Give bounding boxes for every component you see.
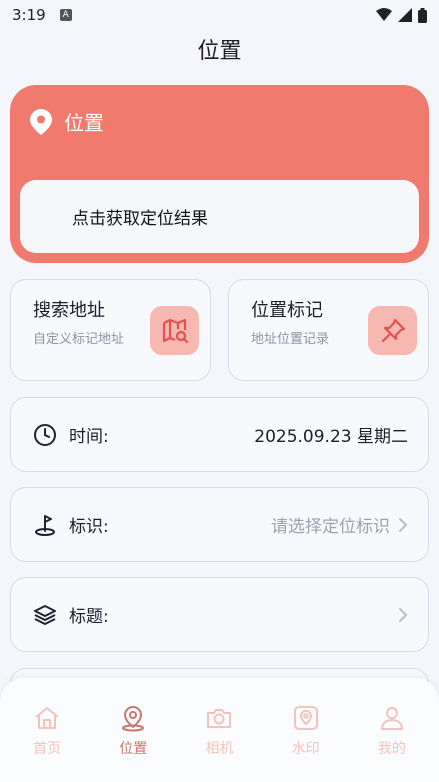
location-result-text: 点击获取定位结果 (72, 209, 208, 229)
pin-icon (368, 306, 417, 355)
search-address-title: 搜索地址 (33, 300, 105, 321)
signal-icon (398, 8, 412, 22)
marker-icon (35, 514, 55, 536)
marker-placeholder: 请选择定位标识 (271, 517, 390, 537)
clock-icon (34, 423, 56, 446)
tab-home-label: 首页 (33, 741, 62, 757)
location-card: 位置 点击获取定位结果 (10, 85, 429, 263)
location-header: 位置 (30, 107, 104, 136)
marker-label: 标识: (69, 517, 109, 537)
time-value: 2025.09.23 星期二 (254, 427, 408, 447)
tab-camera-label: 相机 (205, 741, 234, 757)
battery-icon (418, 7, 427, 23)
tab-profile-label: 我的 (377, 741, 406, 757)
home-icon (35, 707, 59, 729)
tab-location-label: 位置 (119, 741, 148, 757)
layers-icon (34, 604, 56, 625)
heading-label: 标题: (69, 607, 109, 627)
location-header-label: 位置 (64, 111, 104, 135)
heading-row[interactable]: 标题: (10, 577, 429, 652)
get-location-button[interactable]: 点击获取定位结果 (20, 180, 419, 253)
chevron-right-icon (399, 607, 408, 622)
tab-location[interactable]: 位置 (93, 678, 173, 782)
user-icon (380, 707, 403, 730)
camera-icon (207, 709, 232, 728)
tab-watermark[interactable]: 水印 (266, 678, 346, 782)
chevron-right-icon (399, 517, 408, 532)
search-address-card[interactable]: 搜索地址 自定义标记地址 (10, 279, 211, 381)
time-label: 时间: (69, 427, 109, 447)
location-marker-subtitle: 地址位置记录 (251, 332, 330, 347)
status-indicators (376, 7, 427, 23)
tab-watermark-label: 水印 (291, 741, 320, 757)
status-bar: 3:19 A (0, 0, 439, 30)
location-marker-title: 位置标记 (251, 300, 323, 321)
page-title: 位置 (197, 39, 242, 64)
location-pin-icon (30, 108, 52, 135)
tab-profile[interactable]: 我的 (352, 678, 432, 782)
location-marker-card[interactable]: 位置标记 地址位置记录 (228, 279, 429, 381)
search-address-subtitle: 自定义标记地址 (33, 332, 125, 347)
map-search-icon (150, 306, 199, 355)
notification-icon: A (59, 9, 72, 21)
watermark-icon (293, 706, 318, 730)
tab-home[interactable]: 首页 (7, 678, 87, 782)
location-icon (122, 706, 145, 732)
bottom-tab-bar: 首页 位置 相机 水印 我的 (0, 678, 439, 782)
time-row[interactable]: 时间: 2025.09.23 星期二 (10, 397, 429, 472)
tab-camera[interactable]: 相机 (179, 678, 259, 782)
marker-row[interactable]: 标识: 请选择定位标识 (10, 487, 429, 562)
wifi-icon (376, 8, 392, 21)
status-time: 3:19 (12, 6, 46, 24)
